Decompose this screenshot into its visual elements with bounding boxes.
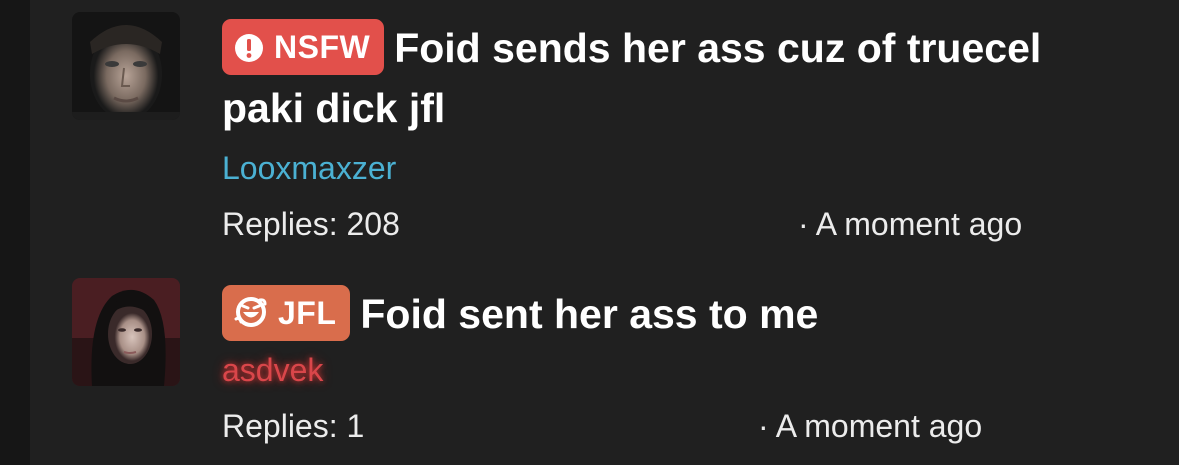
last-post-time: · A moment ago — [798, 206, 1023, 242]
exclamation-circle-icon — [234, 24, 264, 80]
reply-count: Replies: 1 — [222, 408, 365, 444]
laughing-face-icon — [234, 290, 268, 346]
prefix-label: NSFW — [274, 29, 371, 65]
thread-item[interactable]: NSFW Foid sends her ass cuz of truecel p… — [30, 0, 1179, 260]
thread-list: NSFW Foid sends her ass cuz of truecel p… — [30, 0, 1179, 465]
nsfw-prefix-badge[interactable]: NSFW — [222, 19, 385, 75]
thread-author[interactable]: asdvek — [222, 350, 323, 390]
thread-author[interactable]: Looxmaxzer — [222, 148, 396, 188]
avatar[interactable] — [72, 12, 180, 120]
jfl-prefix-badge[interactable]: JFL — [222, 285, 351, 341]
thread-title[interactable]: JFL Foid sent her ass to me — [222, 284, 1102, 344]
thread-item[interactable]: JFL Foid sent her ass to me asdvek Repli… — [30, 260, 1179, 465]
avatar[interactable] — [72, 278, 180, 386]
reply-count: Replies: 208 — [222, 206, 400, 242]
last-post-time: · A moment ago — [758, 408, 983, 444]
thread-title[interactable]: NSFW Foid sends her ass cuz of truecel p… — [222, 18, 1102, 138]
prefix-label: JFL — [278, 295, 337, 331]
thread-title-text[interactable]: Foid sent her ass to me — [360, 291, 818, 337]
